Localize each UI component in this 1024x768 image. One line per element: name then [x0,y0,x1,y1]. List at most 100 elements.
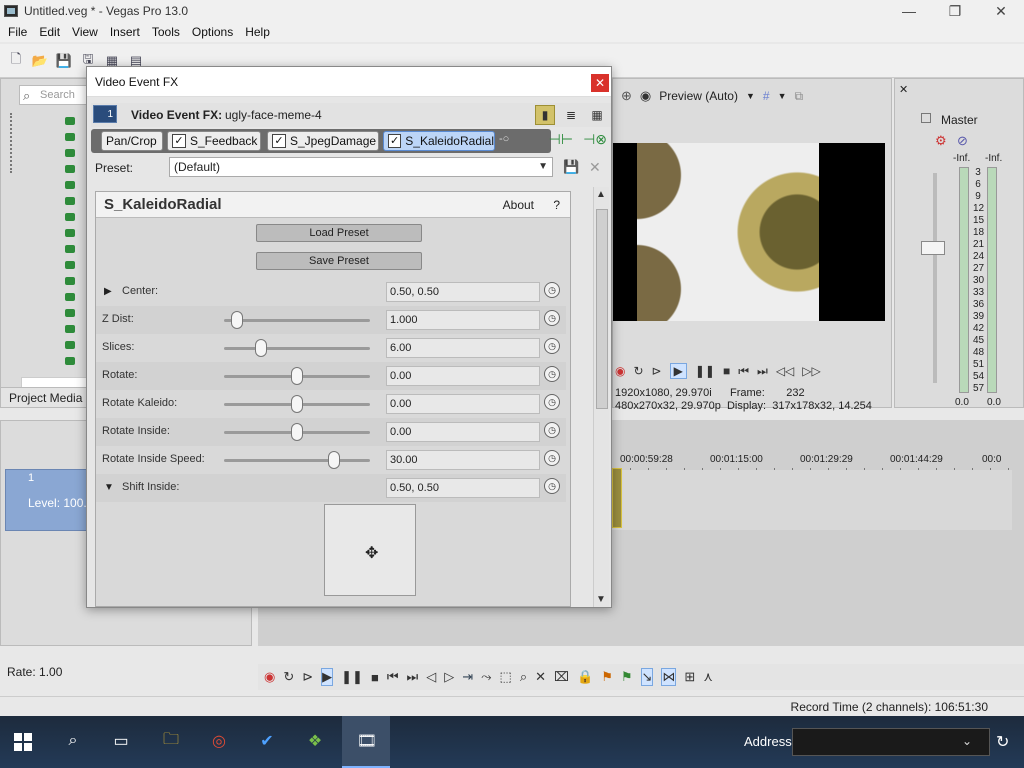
selection-tool-icon[interactable]: ⬚ [500,669,512,685]
snapping-icon[interactable]: ⋈ [661,668,677,686]
previous-frame-icon[interactable]: ⏮ [738,364,749,379]
menu-edit[interactable]: Edit [33,25,66,39]
plugin-s-kaleidoradial[interactable]: ✓ S_KaleidoRadial [383,131,495,151]
media-item[interactable] [59,339,81,349]
address-input[interactable] [792,728,990,756]
previous-frame-icon[interactable]: ◁ [426,669,436,685]
envelope-tool-icon[interactable]: ⤳ [481,669,491,685]
remove-plugin-icon[interactable]: ⊣⊗ [583,131,607,148]
animate-keyframe-icon[interactable]: ◷ [544,450,560,466]
shift-inside-xy-pad[interactable]: ✥ [324,504,416,596]
media-item[interactable] [59,211,81,221]
menu-file[interactable]: File [2,25,33,39]
timeline-lane-area[interactable] [258,606,612,646]
overlay-icon[interactable]: ◉ [640,88,651,104]
next-frame-icon[interactable]: ⏭ [757,364,768,379]
param-slider-knob[interactable] [231,311,244,329]
grid-icon[interactable]: # [763,89,770,103]
plugin-s-jpegdamage[interactable]: ✓ S_JpegDamage [267,131,379,151]
param-value-field[interactable]: 0.00 [386,394,540,414]
param-value-field[interactable]: 6.00 [386,338,540,358]
param-value-field[interactable]: 0.50, 0.50 [386,282,540,302]
play-from-start-icon[interactable]: ⊳ [302,669,313,685]
about-button[interactable]: About [503,198,534,212]
zoom-tool-icon[interactable]: ⌕ [520,669,527,685]
menu-tools[interactable]: Tools [146,25,186,39]
plugin-chain-icon[interactable]: ⊣⊢ [549,131,573,148]
save-icon[interactable]: 💾 [54,51,74,71]
pause-icon[interactable]: ❚❚ [695,364,715,378]
expand-arrow-icon[interactable]: ▶ [104,286,112,297]
record-icon[interactable]: ◉ [615,364,625,378]
mute-icon[interactable]: ⊘ [957,133,968,149]
param-slider-knob[interactable] [327,451,340,469]
play-icon[interactable]: ▶ [669,363,687,379]
param-slider-track[interactable] [224,347,370,350]
edit-tool-icon[interactable]: ⇥ [462,669,473,685]
master-menu-icon[interactable] [921,113,931,123]
fast-forward-icon[interactable]: ▷▷ [802,364,820,378]
menu-insert[interactable]: Insert [104,25,146,39]
param-slider-knob[interactable] [291,395,303,413]
copy-snapshot-icon[interactable]: ⧉ [794,89,803,104]
master-fader-knob[interactable] [921,241,945,255]
refresh-icon[interactable]: ↻ [996,732,1009,752]
media-item[interactable] [59,227,81,237]
loop-icon[interactable]: ↻ [633,364,643,378]
list-view-icon[interactable]: ≣ [561,105,581,125]
checkbox-checked-icon[interactable]: ✓ [388,134,402,148]
animate-keyframe-icon[interactable]: ◷ [544,366,560,382]
checkbox-checked-icon[interactable]: ✓ [272,134,286,148]
go-to-end-icon[interactable]: ⏭ [407,669,419,685]
param-value-field[interactable]: 0.50, 0.50 [386,478,540,498]
animate-keyframe-icon[interactable]: ◷ [544,478,560,494]
menu-view[interactable]: View [66,25,104,39]
plugin-pan-crop[interactable]: Pan/Crop [101,131,163,151]
animate-keyframe-icon[interactable]: ◷ [544,394,560,410]
chrome-icon[interactable]: ◎ [206,728,232,754]
windows-start-icon[interactable] [14,733,32,751]
chevron-down-icon[interactable]: ▼ [746,91,755,101]
param-slider-knob[interactable] [291,423,303,441]
help-button[interactable]: ? [553,198,560,212]
media-item[interactable] [59,355,81,365]
menu-options[interactable]: Options [186,25,239,39]
media-item[interactable] [59,115,81,125]
trim-icon[interactable]: ⌧ [554,669,569,685]
single-view-icon[interactable]: ▮ [535,105,555,125]
media-item[interactable] [59,291,81,301]
next-frame-icon[interactable]: ▷ [444,669,454,685]
delete-icon[interactable]: ✕ [535,669,546,685]
open-folder-icon[interactable]: 📂 [30,51,50,71]
lock-envelopes-icon[interactable]: ⊞ [684,669,695,685]
param-value-field[interactable]: 0.00 [386,366,540,386]
todo-icon[interactable]: ✔ [254,728,280,754]
param-slider-knob[interactable] [291,367,303,385]
close-button[interactable]: ✕ [978,0,1024,22]
search-input[interactable]: ⌕ Search [19,85,89,105]
scrollbar-thumb[interactable] [596,209,608,409]
marker-icon[interactable]: ⚑ [601,669,613,685]
new-file-icon[interactable]: 🗋 [6,51,26,71]
media-item[interactable] [59,195,81,205]
menu-help[interactable]: Help [239,25,276,39]
animate-keyframe-icon[interactable]: ◷ [544,422,560,438]
media-item[interactable] [59,163,81,173]
save-preset-icon[interactable]: 💾 [563,159,579,175]
app-icon[interactable]: ❖ [302,728,328,754]
play-from-start-icon[interactable]: ⊳ [652,364,662,378]
preset-dropdown[interactable]: (Default) ▼ [169,157,553,177]
vegas-taskbar-icon[interactable]: 🎞 [354,728,380,754]
file-explorer-icon[interactable]: 🗀 [158,728,184,754]
gear-icon[interactable]: ⚙ [935,133,947,149]
media-item[interactable] [59,147,81,157]
plugin-s-feedback[interactable]: ✓ S_Feedback [167,131,261,151]
record-icon[interactable]: ◉ [264,669,275,685]
region-icon[interactable]: ⚑ [621,669,633,685]
rewind-icon[interactable]: ◁◁ [776,364,794,378]
auto-ripple-icon[interactable]: ↘ [640,668,654,686]
minimize-button[interactable]: — [886,0,932,22]
close-icon[interactable]: ✕ [899,83,908,96]
delete-preset-icon[interactable]: ✕ [589,159,601,176]
tab-project-media[interactable]: Project Media [9,391,82,405]
